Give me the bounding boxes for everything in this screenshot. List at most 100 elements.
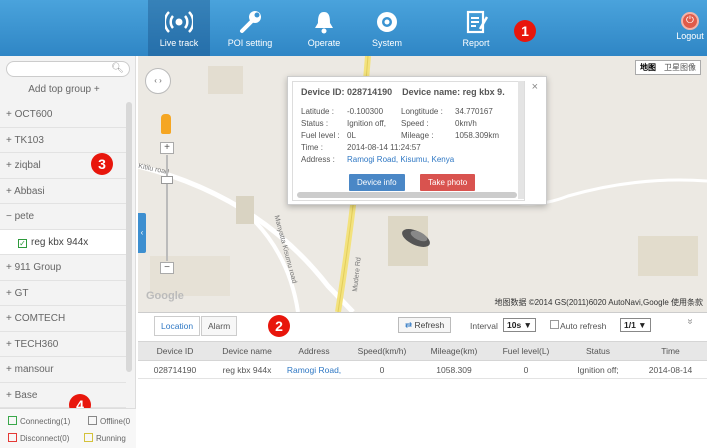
legend-running-label: Running — [96, 434, 126, 443]
zoom-slider-handle[interactable] — [161, 176, 173, 184]
group-item[interactable]: + GT — [0, 280, 126, 306]
group-item[interactable]: + Abbasi — [0, 178, 126, 204]
device-info-button[interactable]: Device info — [349, 174, 405, 191]
speed-value: 0km/h — [455, 119, 477, 128]
auto-refresh-checkbox[interactable] — [550, 320, 559, 329]
group-item[interactable]: + TECH360 — [0, 331, 126, 357]
nav-live-track-label: Live track — [159, 38, 199, 48]
disconnect-swatch-icon — [8, 433, 17, 442]
top-nav-bar: Live track POI setting Operate System Re… — [0, 0, 707, 56]
speed-label: Speed : — [401, 119, 429, 128]
nav-poi-setting-label: POI setting — [227, 38, 273, 48]
add-top-group-label: Add top group — [28, 84, 92, 95]
map-copyright: 地图数据 ©2014 GS(2011)6020 AutoNavi,Google … — [494, 298, 703, 307]
nav-system[interactable]: System — [356, 0, 418, 56]
table-header: Device ID Device name Address Speed(km/h… — [138, 341, 707, 361]
table-cell: 0 — [523, 364, 529, 375]
popup-row: Address : Ramogi Road, Kisumu, Kenya — [301, 155, 521, 164]
group-label: + OCT600 — [6, 109, 53, 120]
pan-control-icon[interactable]: ‹ › — [145, 68, 171, 94]
address-link[interactable]: Ramogi Road, — [282, 361, 346, 378]
table-cell: 0 — [379, 364, 385, 375]
table-cell: 2014-08-14 — [648, 364, 693, 375]
map-type-map-button[interactable]: 地图 — [636, 61, 660, 74]
refresh-button[interactable]: ⇄ Refresh — [398, 317, 452, 333]
fuel-label: Fuel level : — [301, 131, 340, 140]
column-header[interactable]: Device ID — [138, 342, 212, 360]
map-view[interactable]: Kitilu road Manyatta Kisumu road Mudere … — [138, 56, 707, 312]
table-cell: 1058.309 — [436, 364, 472, 375]
legend-connecting-label: Connecting(1) — [20, 417, 71, 426]
group-label: + Abbasi — [6, 185, 45, 197]
search-input[interactable]: 🔍︎ — [6, 61, 130, 77]
column-header[interactable]: Speed(km/h) — [346, 342, 418, 360]
popup-horizontal-scrollbar[interactable] — [297, 192, 517, 198]
sidebar-scrollbar[interactable] — [126, 102, 132, 372]
device-info-popup: Device ID: 028714190 Device name: reg kb… — [287, 76, 547, 205]
street-view-pegman-icon[interactable] — [161, 114, 171, 134]
refresh-label: Refresh — [414, 320, 445, 330]
logout-button[interactable]: ⏻ Logout — [673, 12, 707, 41]
table-row[interactable]: 028714190 reg kbx 944x Ramogi Road, 0 10… — [138, 361, 707, 379]
map-type-satellite-button[interactable]: 卫星图像 — [660, 61, 700, 74]
nav-report[interactable]: Report — [445, 0, 507, 56]
wrench-icon — [240, 11, 261, 33]
column-header[interactable]: Status — [562, 342, 634, 360]
nav-poi-setting[interactable]: POI setting — [219, 0, 281, 56]
table-cell: reg kbx 944x — [222, 364, 272, 375]
group-item[interactable]: + OCT600 — [0, 102, 126, 128]
zoom-in-button[interactable]: + — [160, 142, 174, 154]
app-root: Live track POI setting Operate System Re… — [0, 0, 707, 448]
tab-alarm[interactable]: Alarm — [201, 316, 238, 336]
expand-chevron-icon[interactable]: » — [685, 319, 696, 325]
group-item[interactable]: + TK103 — [0, 127, 126, 153]
interval-select[interactable]: 10s ▼ — [503, 318, 536, 332]
legend-disconnect-label: Disconnect(0) — [20, 434, 70, 443]
checkbox-checked-icon[interactable]: ✓ — [18, 238, 27, 248]
page-select[interactable]: 1/1 ▼ — [620, 318, 651, 332]
close-icon[interactable]: × — [532, 81, 538, 93]
group-item[interactable]: + 911 Group — [0, 255, 126, 281]
interval-label: Interval — [470, 321, 498, 331]
group-item[interactable]: + COMTECH — [0, 306, 126, 332]
status-value: Ignition off, — [347, 119, 386, 128]
add-top-group-button[interactable]: Add top group + — [0, 84, 128, 95]
group-item[interactable]: + mansour — [0, 357, 126, 383]
tab-location[interactable]: Location — [154, 316, 201, 336]
column-header[interactable]: Address — [282, 342, 346, 360]
zoom-slider-track[interactable] — [166, 155, 168, 261]
running-swatch-icon — [84, 433, 93, 442]
column-header[interactable]: Fuel level(L) — [490, 342, 562, 360]
group-item[interactable]: − pete — [0, 204, 126, 230]
column-header[interactable]: Device name — [212, 342, 282, 360]
plus-icon: + — [93, 84, 100, 95]
group-item[interactable]: + Base — [0, 382, 126, 408]
group-label: − pete — [6, 211, 35, 222]
group-label: + TECH360 — [6, 338, 59, 350]
group-label: + TK103 — [6, 134, 44, 146]
time-value: 2014-08-14 11:24:57 — [347, 143, 421, 152]
nav-live-track[interactable]: Live track — [148, 0, 210, 56]
mileage-value: 1058.309km — [455, 131, 500, 140]
annotation-marker-1: 1 — [514, 20, 536, 42]
longitude-value: 34.770167 — [455, 107, 493, 116]
annotation-marker-3: 3 — [91, 153, 113, 175]
column-header[interactable]: Mileage(km) — [418, 342, 490, 360]
search-icon: 🔍︎ — [111, 63, 124, 74]
device-table-panel: Location Alarm 2 ⇄ Refresh Interval 10s … — [138, 312, 707, 448]
address-link[interactable]: Ramogi Road, Kisumu, Kenya — [347, 155, 454, 164]
popup-row: Fuel level : 0L Mileage : 1058.309km — [301, 131, 521, 140]
status-legend: Connecting(1) Offline(0 Disconnect(0) Ru… — [0, 408, 136, 448]
column-header[interactable]: Time — [634, 342, 707, 360]
zoom-out-button[interactable]: − — [160, 262, 174, 274]
google-logo: Google — [146, 290, 184, 302]
bell-icon — [315, 12, 333, 34]
broadcast-icon — [165, 11, 193, 33]
collapse-sidebar-button[interactable]: ‹ — [138, 213, 146, 253]
popup-vertical-scrollbar[interactable] — [518, 81, 524, 199]
device-item[interactable]: ✓ reg kbx 944x — [0, 229, 126, 255]
connecting-swatch-icon — [8, 416, 17, 425]
take-photo-button[interactable]: Take photo — [420, 174, 476, 191]
nav-operate-label: Operate — [307, 38, 341, 48]
nav-operate[interactable]: Operate — [293, 0, 355, 56]
